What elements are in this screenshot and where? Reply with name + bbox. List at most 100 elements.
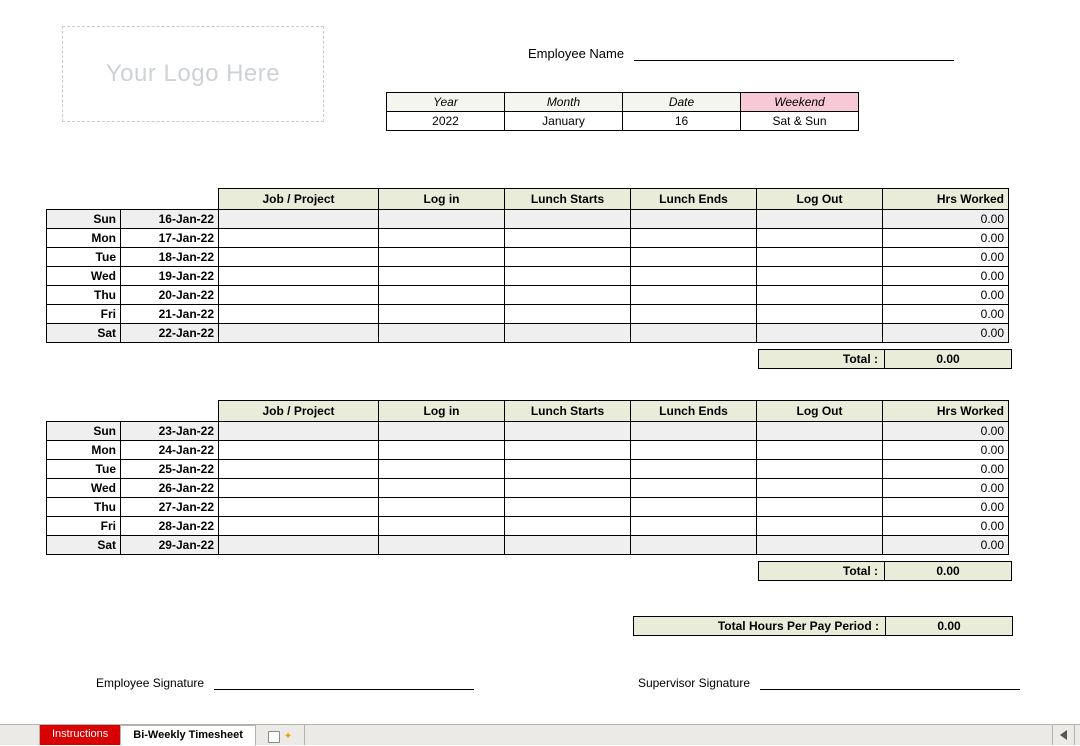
meta-header-year: Year (387, 93, 505, 112)
grand-total-label: Total Hours Per Pay Period : (634, 617, 886, 635)
logout-cell[interactable] (757, 248, 883, 267)
login-cell[interactable] (379, 286, 505, 305)
lunch-start-cell[interactable] (505, 229, 631, 248)
lunch-end-cell[interactable] (631, 536, 757, 555)
lunch-start-cell[interactable] (505, 536, 631, 555)
login-cell[interactable] (379, 210, 505, 229)
job-cell[interactable] (219, 305, 379, 324)
job-cell[interactable] (219, 422, 379, 441)
lunch-start-cell[interactable] (505, 498, 631, 517)
tab-scroll-left-button[interactable] (1052, 725, 1074, 745)
logout-cell[interactable] (757, 286, 883, 305)
col-lunch-end: Lunch Ends (631, 189, 757, 210)
table-row: Thu27-Jan-220.00 (47, 498, 1009, 517)
hrs-cell: 0.00 (883, 422, 1009, 441)
lunch-end-cell[interactable] (631, 498, 757, 517)
sheet-tab-bar: Instructions Bi-Weekly Timesheet ✦ (0, 724, 1080, 745)
logout-cell[interactable] (757, 229, 883, 248)
date-cell: 17-Jan-22 (121, 229, 219, 248)
week1-table: Job / Project Log in Lunch Starts Lunch … (46, 188, 1009, 343)
lunch-start-cell[interactable] (505, 305, 631, 324)
job-cell[interactable] (219, 517, 379, 536)
lunch-end-cell[interactable] (631, 441, 757, 460)
meta-value-weekend[interactable]: Sat & Sun (741, 112, 859, 131)
job-cell[interactable] (219, 460, 379, 479)
job-cell[interactable] (219, 441, 379, 460)
login-cell[interactable] (379, 498, 505, 517)
col-lunch-start: Lunch Starts (505, 401, 631, 422)
table-row: Mon17-Jan-220.00 (47, 229, 1009, 248)
tab-biweekly-timesheet[interactable]: Bi-Weekly Timesheet (121, 725, 256, 746)
lunch-end-cell[interactable] (631, 305, 757, 324)
job-cell[interactable] (219, 324, 379, 343)
date-cell: 29-Jan-22 (121, 536, 219, 555)
logout-cell[interactable] (757, 324, 883, 343)
login-cell[interactable] (379, 324, 505, 343)
logout-cell[interactable] (757, 210, 883, 229)
lunch-start-cell[interactable] (505, 517, 631, 536)
lunch-start-cell[interactable] (505, 441, 631, 460)
lunch-start-cell[interactable] (505, 460, 631, 479)
hrs-cell: 0.00 (883, 498, 1009, 517)
logout-cell[interactable] (757, 267, 883, 286)
lunch-end-cell[interactable] (631, 267, 757, 286)
login-cell[interactable] (379, 229, 505, 248)
supervisor-signature-line[interactable] (760, 678, 1020, 690)
login-cell[interactable] (379, 460, 505, 479)
lunch-end-cell[interactable] (631, 324, 757, 343)
logout-cell[interactable] (757, 441, 883, 460)
job-cell[interactable] (219, 248, 379, 267)
date-cell: 19-Jan-22 (121, 267, 219, 286)
employee-signature-line[interactable] (214, 678, 474, 690)
login-cell[interactable] (379, 517, 505, 536)
logout-cell[interactable] (757, 460, 883, 479)
job-cell[interactable] (219, 498, 379, 517)
login-cell[interactable] (379, 422, 505, 441)
logout-cell[interactable] (757, 498, 883, 517)
job-cell[interactable] (219, 479, 379, 498)
login-cell[interactable] (379, 267, 505, 286)
lunch-end-cell[interactable] (631, 210, 757, 229)
login-cell[interactable] (379, 248, 505, 267)
logout-cell[interactable] (757, 517, 883, 536)
login-cell[interactable] (379, 441, 505, 460)
day-cell: Sun (47, 210, 121, 229)
tab-new-sheet[interactable]: ✦ (256, 725, 305, 745)
date-cell: 27-Jan-22 (121, 498, 219, 517)
logout-cell[interactable] (757, 479, 883, 498)
meta-value-year[interactable]: 2022 (387, 112, 505, 131)
job-cell[interactable] (219, 210, 379, 229)
login-cell[interactable] (379, 305, 505, 324)
lunch-end-cell[interactable] (631, 286, 757, 305)
lunch-start-cell[interactable] (505, 210, 631, 229)
table-row: Fri21-Jan-220.00 (47, 305, 1009, 324)
logout-cell[interactable] (757, 305, 883, 324)
lunch-start-cell[interactable] (505, 422, 631, 441)
meta-value-date[interactable]: 16 (623, 112, 741, 131)
date-cell: 18-Jan-22 (121, 248, 219, 267)
lunch-end-cell[interactable] (631, 517, 757, 536)
job-cell[interactable] (219, 229, 379, 248)
meta-value-month[interactable]: January (505, 112, 623, 131)
login-cell[interactable] (379, 536, 505, 555)
job-cell[interactable] (219, 286, 379, 305)
job-cell[interactable] (219, 536, 379, 555)
lunch-start-cell[interactable] (505, 479, 631, 498)
logout-cell[interactable] (757, 536, 883, 555)
date-cell: 28-Jan-22 (121, 517, 219, 536)
lunch-end-cell[interactable] (631, 248, 757, 267)
lunch-start-cell[interactable] (505, 267, 631, 286)
logout-cell[interactable] (757, 422, 883, 441)
lunch-end-cell[interactable] (631, 479, 757, 498)
lunch-end-cell[interactable] (631, 460, 757, 479)
date-cell: 26-Jan-22 (121, 479, 219, 498)
lunch-start-cell[interactable] (505, 248, 631, 267)
lunch-end-cell[interactable] (631, 422, 757, 441)
lunch-start-cell[interactable] (505, 324, 631, 343)
login-cell[interactable] (379, 479, 505, 498)
employee-name-input-line[interactable] (634, 47, 954, 61)
lunch-start-cell[interactable] (505, 286, 631, 305)
job-cell[interactable] (219, 267, 379, 286)
tab-instructions[interactable]: Instructions (40, 725, 121, 745)
lunch-end-cell[interactable] (631, 229, 757, 248)
